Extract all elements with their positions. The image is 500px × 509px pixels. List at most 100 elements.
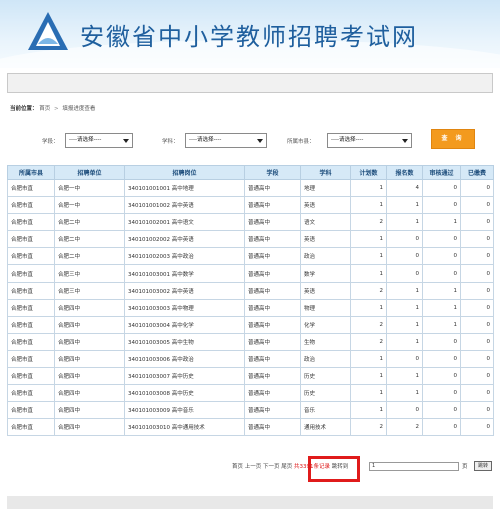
table-cell: 合肥市直 <box>7 298 55 317</box>
table-cell: 普通高中 <box>244 281 301 300</box>
city-select[interactable]: ----请选择---- <box>327 133 412 148</box>
xueduan-select[interactable]: ----请选择---- <box>65 133 133 148</box>
table-cell: 合肥四中 <box>54 298 125 317</box>
xueduan-label: 学段： <box>42 139 59 145</box>
table-cell: 340101002001 高中语文 <box>124 213 245 232</box>
column-header: 已缴费 <box>460 165 494 180</box>
table-cell: 0 <box>460 367 494 386</box>
chevron-down-icon <box>402 139 408 143</box>
footer-bar <box>7 496 493 509</box>
table-cell: 化学 <box>300 315 351 334</box>
table-row: 合肥市直 合肥二中 340101002002 高中英语 普通高中 英语 1 0 0 0 <box>7 230 494 249</box>
table-cell: 0 <box>422 196 461 215</box>
table-cell: 340101003008 高中历史 <box>124 384 245 403</box>
table-cell: 0 <box>460 230 494 249</box>
table-cell: 合肥三中 <box>54 281 125 300</box>
chevron-down-icon <box>123 139 129 143</box>
table-cell: 340101003009 高中音乐 <box>124 401 245 420</box>
table-cell: 合肥市直 <box>7 264 55 283</box>
table-cell: 0 <box>460 401 494 420</box>
table-row: 合肥市直 合肥四中 340101003010 高中通用技术 普通高中 通用技术 2 2 0 0 <box>7 418 494 437</box>
table-row: 合肥市直 合肥二中 340101002001 高中语文 普通高中 语文 2 1 1 0 <box>7 213 494 232</box>
table-cell: 合肥市直 <box>7 315 55 334</box>
table-cell: 0 <box>422 247 461 266</box>
nav-bar <box>7 73 493 93</box>
table-cell: 0 <box>422 178 461 198</box>
breadcrumb-label: 当前位置： <box>10 106 38 112</box>
table-cell: 1 <box>386 315 423 334</box>
table-cell: 合肥市直 <box>7 196 55 215</box>
table-cell: 1 <box>350 230 387 249</box>
table-cell: 0 <box>386 401 423 420</box>
table-cell: 1 <box>422 298 461 317</box>
table-cell: 1 <box>386 384 423 403</box>
table-cell: 普通高中 <box>244 349 301 369</box>
table-cell: 0 <box>422 332 461 351</box>
table-cell: 0 <box>460 315 494 334</box>
column-header: 报名数 <box>386 165 423 180</box>
table-cell: 1 <box>386 196 423 215</box>
site-banner: 安徽省中小学教师招聘考试网 <box>0 0 500 68</box>
column-header: 审核通过 <box>422 165 461 180</box>
table-cell: 0 <box>422 230 461 249</box>
table-cell: 340101003007 高中历史 <box>124 367 245 386</box>
table-cell: 合肥三中 <box>54 264 125 283</box>
table-cell: 合肥四中 <box>54 384 125 403</box>
table-cell: 340101001001 高中地理 <box>124 178 245 198</box>
pager-nav-links[interactable]: 首页 上一页 下一页 尾页 <box>232 464 292 470</box>
table-cell: 合肥市直 <box>7 401 55 420</box>
table-cell: 0 <box>460 418 494 437</box>
table-row: 合肥市直 合肥三中 340101003002 高中英语 普通高中 英语 2 1 1 0 <box>7 281 494 300</box>
breadcrumb-home-link[interactable]: 首页 <box>39 106 50 112</box>
table-cell: 合肥四中 <box>54 315 125 334</box>
table-cell: 物理 <box>300 298 351 317</box>
xueke-select[interactable]: ----请选择---- <box>185 133 267 148</box>
table-cell: 0 <box>386 230 423 249</box>
table-cell: 合肥一中 <box>54 196 125 215</box>
progress-table: 所属市县 招聘单位 招聘岗位 学段 学科 计划数 报名数 审核通过 已缴费 合肥市直 合肥一中 34… <box>7 165 494 437</box>
table-cell: 合肥市直 <box>7 349 55 369</box>
table-cell: 2 <box>350 281 387 300</box>
table-cell: 普通高中 <box>244 247 301 266</box>
table-cell: 合肥市直 <box>7 230 55 249</box>
table-cell: 0 <box>422 401 461 420</box>
table-row: 合肥市直 合肥二中 340101002003 高中政治 普通高中 政治 1 0 0 0 <box>7 247 494 266</box>
jump-button[interactable]: 跳转 <box>474 461 492 471</box>
table-cell: 政治 <box>300 247 351 266</box>
table-cell: 1 <box>350 247 387 266</box>
table-cell: 合肥市直 <box>7 367 55 386</box>
table-cell: 0 <box>422 264 461 283</box>
table-cell: 合肥四中 <box>54 332 125 351</box>
column-header: 计划数 <box>350 165 387 180</box>
jump-page-input[interactable]: 1 <box>369 462 459 471</box>
query-button[interactable]: 查 询 <box>431 129 475 149</box>
table-cell: 英语 <box>300 230 351 249</box>
table-cell: 合肥市直 <box>7 247 55 266</box>
table-cell: 合肥四中 <box>54 401 125 420</box>
table-cell: 340101003001 高中数学 <box>124 264 245 283</box>
table-cell: 340101002002 高中英语 <box>124 230 245 249</box>
table-cell: 语文 <box>300 213 351 232</box>
table-cell: 0 <box>422 418 461 437</box>
table-cell: 普通高中 <box>244 230 301 249</box>
table-row: 合肥市直 合肥四中 340101003003 高中物理 普通高中 物理 1 1 1 0 <box>7 298 494 317</box>
table-cell: 340101001002 高中英语 <box>124 196 245 215</box>
table-cell: 合肥四中 <box>54 418 125 437</box>
table-cell: 2 <box>350 418 387 437</box>
table-cell: 340101003006 高中政治 <box>124 349 245 369</box>
table-cell: 1 <box>422 213 461 232</box>
column-header: 学科 <box>300 165 351 180</box>
table-cell: 1 <box>350 401 387 420</box>
site-title: 安徽省中小学教师招聘考试网 <box>80 23 418 51</box>
table-row: 合肥市直 合肥四中 340101003006 高中政治 普通高中 政治 1 0 0 0 <box>7 349 494 369</box>
breadcrumb: 当前位置： 首页 > 填报进度查看 <box>10 104 95 112</box>
table-cell: 0 <box>460 332 494 351</box>
table-cell: 0 <box>460 247 494 266</box>
table-cell: 普通高中 <box>244 213 301 232</box>
table-cell: 0 <box>422 384 461 403</box>
table-cell: 普通高中 <box>244 332 301 351</box>
table-cell: 1 <box>386 213 423 232</box>
table-cell: 1 <box>350 384 387 403</box>
table-cell: 普通高中 <box>244 264 301 283</box>
table-cell: 合肥二中 <box>54 230 125 249</box>
